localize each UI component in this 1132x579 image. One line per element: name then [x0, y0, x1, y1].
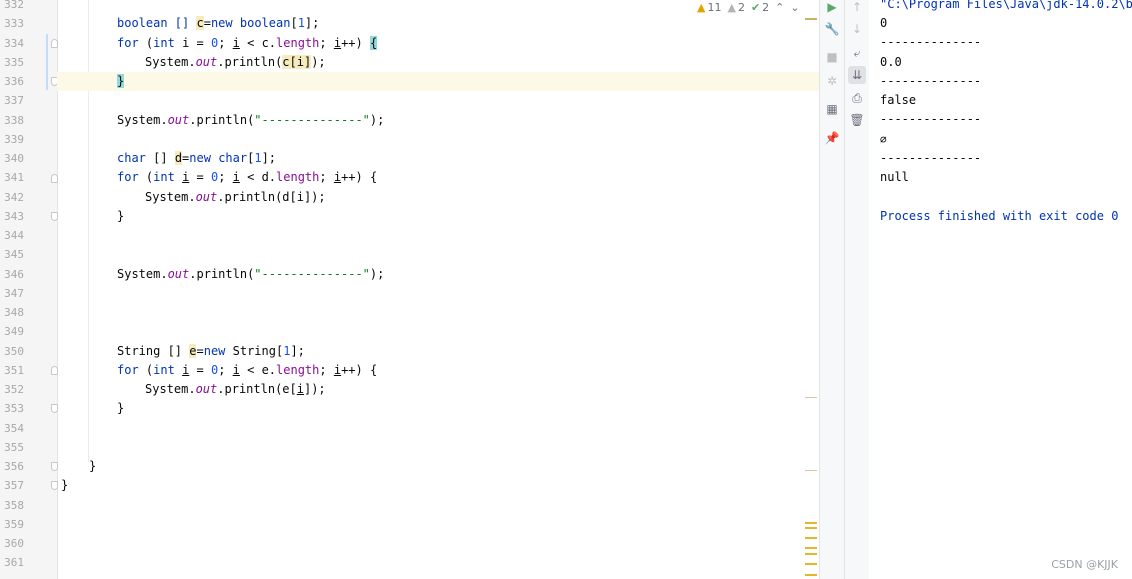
stripe-mark[interactable]: [805, 547, 817, 549]
code-line: String [] e=new String[1];: [117, 344, 305, 358]
pin-icon[interactable]: 📌: [823, 129, 841, 147]
stripe-mark[interactable]: [805, 553, 817, 555]
code-line: boolean [] c=new boolean[1];: [117, 16, 320, 30]
code-line: System.out.println("--------------");: [117, 113, 385, 127]
line-number: 349: [4, 325, 24, 338]
line-number: 350: [4, 345, 24, 358]
code-line: System.out.println("--------------");: [117, 267, 385, 281]
code-line: System.out.println(c[i]);: [145, 55, 326, 69]
run-toolbar: ▶ 🔧 ■ ✲ ▦ 📌: [819, 0, 844, 579]
console-line: null: [880, 170, 909, 184]
line-number: 343: [4, 210, 24, 223]
line-number: 347: [4, 287, 24, 300]
line-number: 344: [4, 229, 24, 242]
code-line: System.out.println(d[i]);: [145, 190, 326, 204]
code-line-current: }: [57, 72, 819, 91]
line-number: 345: [4, 248, 24, 261]
console-line: --------------: [880, 35, 982, 49]
line-number: 341: [4, 171, 24, 184]
console-line: 0.0: [880, 55, 902, 69]
line-number: 354: [4, 422, 24, 435]
line-number: 338: [4, 114, 24, 127]
null-char-glyph: ∅: [880, 133, 887, 146]
warnings-indicator[interactable]: ▲ 11: [697, 1, 721, 14]
line-number: 333: [4, 17, 24, 30]
soft-wrap-icon[interactable]: ⤶: [848, 44, 866, 62]
stripe-mark[interactable]: [805, 563, 817, 565]
line-number: 340: [4, 152, 24, 165]
stripe-mark[interactable]: [805, 537, 817, 539]
weak-warnings-indicator[interactable]: ▲ 2: [727, 1, 744, 14]
line-number: 353: [4, 402, 24, 415]
editor-gutter: 332 333 334 335 336 337 338 339 340 341 …: [0, 0, 58, 579]
watermark: CSDN @KJJK: [1051, 558, 1118, 571]
code-line: for (int i = 0; i < e.length; i++) {: [117, 363, 378, 377]
rerun-icon[interactable]: ▶: [823, 0, 841, 16]
stripe-mark[interactable]: [805, 397, 817, 398]
line-number: 351: [4, 364, 24, 377]
vcs-change-marker[interactable]: [46, 34, 48, 90]
line-number: 339: [4, 133, 24, 146]
line-number: 355: [4, 441, 24, 454]
console-line: --------------: [880, 151, 982, 165]
weak-warning-icon: ▲: [727, 0, 736, 14]
code-line: }: [117, 401, 125, 415]
code-editor[interactable]: boolean [] c=new boolean[1]; for (int i …: [57, 0, 819, 579]
warning-icon: ▲: [697, 0, 706, 14]
code-line: char [] d=new char[1];: [117, 151, 277, 165]
stripe-mark[interactable]: [805, 470, 817, 471]
line-number: 357: [4, 479, 24, 492]
line-number: 332: [4, 0, 24, 11]
console-line: 0: [880, 16, 888, 30]
console-line: --------------: [880, 112, 982, 126]
line-number: 361: [4, 556, 24, 569]
line-number: 335: [4, 56, 24, 69]
code-line: for (int i = 0; i < d.length; i++) {: [117, 170, 378, 184]
layout-icon[interactable]: ▦: [823, 100, 841, 118]
code-line: }: [89, 459, 97, 473]
wrench-icon[interactable]: 🔧: [823, 20, 841, 38]
arrow-up-icon[interactable]: ↑: [848, 0, 866, 16]
stripe-mark[interactable]: [805, 522, 817, 524]
line-number: 342: [4, 191, 24, 204]
line-number: 337: [4, 94, 24, 107]
line-number: 358: [4, 499, 24, 512]
code-line: System.out.println(e[i]);: [145, 382, 326, 396]
run-console[interactable]: "C:\Program Files\Java\jdk-14.0.2\bi 0 -…: [869, 0, 1132, 579]
line-number: 348: [4, 306, 24, 319]
debug-bug-icon[interactable]: ✲: [823, 72, 841, 90]
next-highlight-icon[interactable]: ⌄: [790, 1, 799, 14]
scroll-to-end-icon[interactable]: ⇊: [848, 66, 866, 84]
console-line-null-char: ∅: [880, 130, 1132, 149]
line-number: 352: [4, 383, 24, 396]
previous-highlight-icon[interactable]: ⌃: [775, 1, 784, 14]
typos-indicator[interactable]: ✔ 2: [751, 1, 769, 14]
code-line: }: [61, 478, 69, 492]
console-line: false: [880, 93, 917, 107]
stripe-mark[interactable]: [805, 18, 817, 20]
inspection-widget[interactable]: ▲ 11 ▲ 2 ✔ 2 ⌃ ⌄: [697, 0, 800, 14]
error-stripe[interactable]: [805, 0, 817, 579]
console-line: --------------: [880, 74, 982, 88]
line-number: 360: [4, 537, 24, 550]
stripe-mark[interactable]: [805, 574, 817, 576]
stop-icon[interactable]: ■: [823, 48, 841, 66]
stripe-mark[interactable]: [805, 527, 817, 529]
typo-check-icon: ✔: [750, 0, 761, 14]
line-number: 356: [4, 460, 24, 473]
arrow-down-icon[interactable]: ↓: [848, 20, 866, 38]
code-line: for (int i = 0; i < c.length; i++) {: [117, 36, 378, 50]
code-line: }: [117, 209, 125, 223]
line-number: 334: [4, 37, 24, 50]
line-number: 346: [4, 268, 24, 281]
trash-icon[interactable]: 🗑: [848, 111, 866, 129]
console-line: Process finished with exit code 0: [880, 209, 1119, 223]
console-toolbar: ↑ ↓ ⤶ ⇊ ⎙ 🗑: [844, 0, 870, 579]
print-icon[interactable]: ⎙: [848, 89, 866, 107]
console-line: "C:\Program Files\Java\jdk-14.0.2\bi: [880, 0, 1132, 11]
line-number: 359: [4, 518, 24, 531]
line-number: 336: [4, 75, 24, 88]
